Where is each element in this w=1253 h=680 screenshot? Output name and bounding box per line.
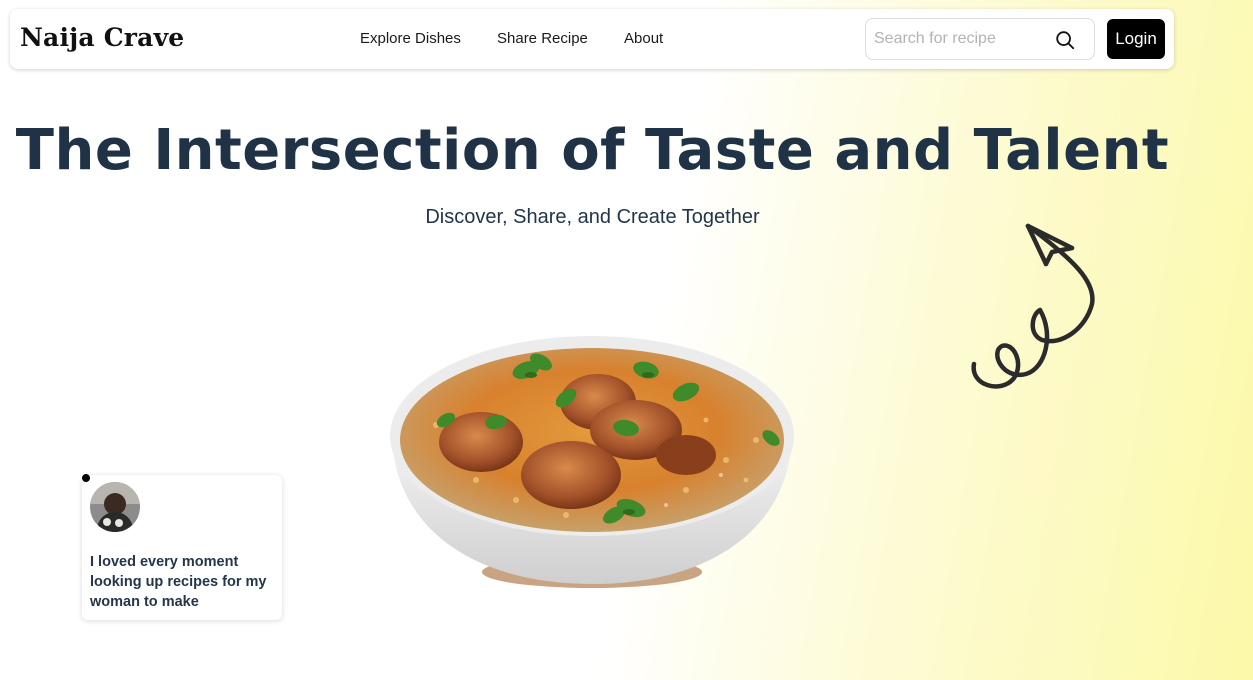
testimonial-text: I loved every moment looking up recipes …	[90, 554, 267, 610]
login-button[interactable]: Login	[1107, 19, 1165, 59]
jollof-rice-bowl-image	[390, 336, 794, 588]
avatar	[90, 482, 140, 532]
search-icon[interactable]	[1054, 29, 1076, 51]
curly-arrow-icon	[971, 223, 1095, 389]
hero-title: The Intersection of Taste and Talent	[15, 118, 1170, 183]
testimonial-card: I loved every moment looking up recipes …	[82, 475, 282, 620]
testimonial-indicator-dot	[81, 473, 91, 483]
search-input[interactable]	[874, 28, 1046, 50]
nav-link-about[interactable]: About	[624, 30, 663, 47]
nav-link-share-recipe[interactable]: Share Recipe	[497, 30, 588, 47]
search-box	[865, 18, 1095, 60]
navbar: Naija Crave Explore Dishes Share Recipe …	[10, 9, 1174, 69]
nav-link-explore-dishes[interactable]: Explore Dishes	[360, 30, 461, 47]
brand-logo[interactable]: Naija Crave	[20, 23, 184, 52]
